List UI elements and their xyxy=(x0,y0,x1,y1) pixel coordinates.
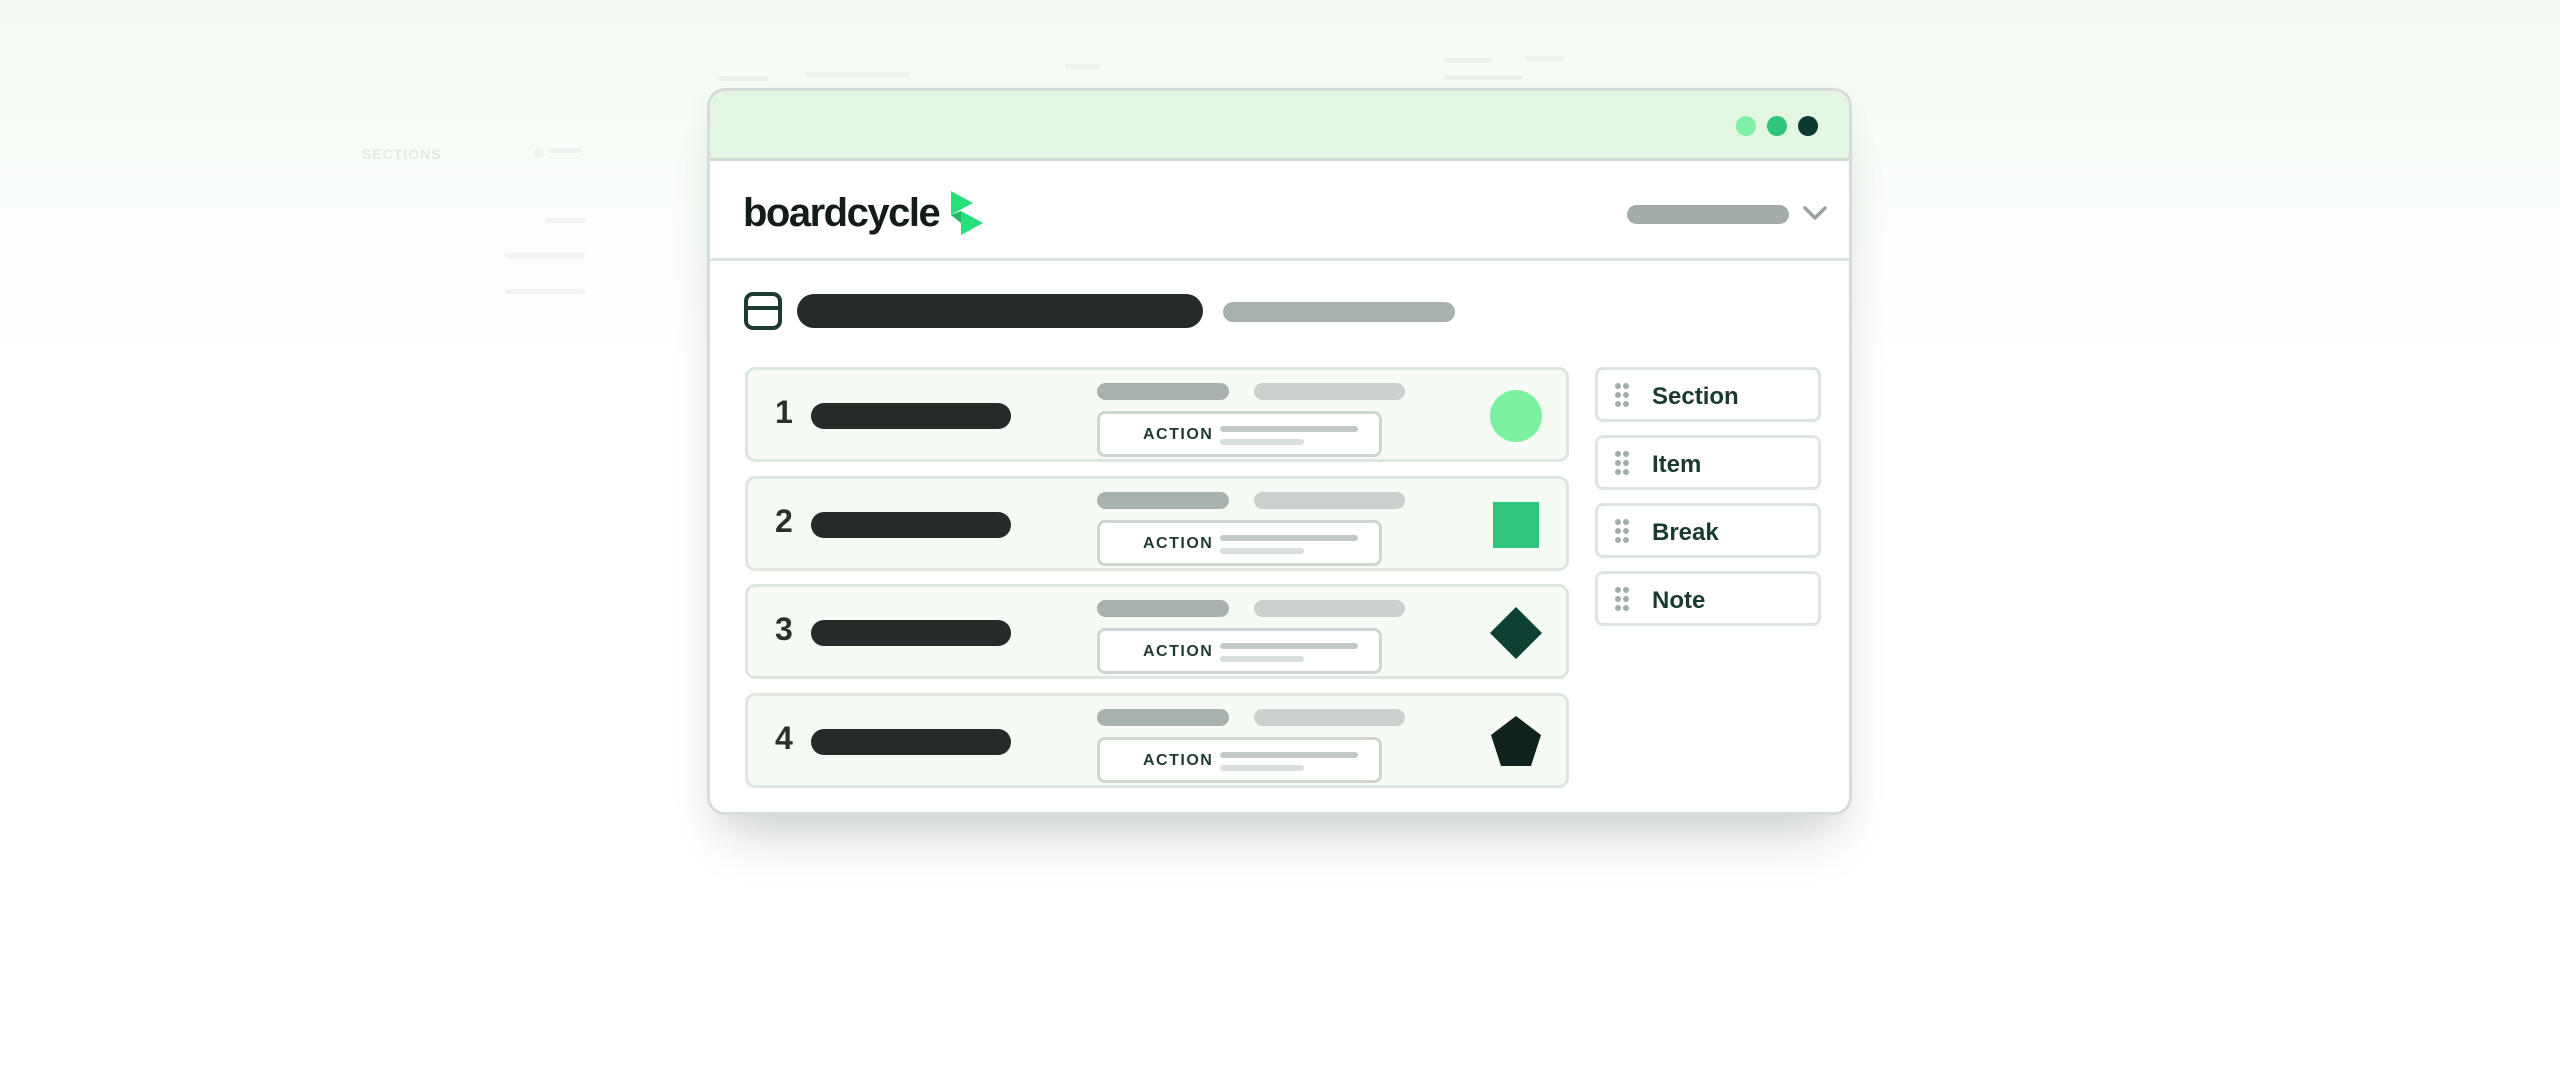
palette-item-label: Note xyxy=(1652,587,1706,614)
palette-item-label: Section xyxy=(1652,383,1739,410)
page-subtitle xyxy=(1223,302,1455,322)
action-field[interactable]: ACTION xyxy=(1097,628,1382,674)
agenda-row-meta xyxy=(1254,383,1405,400)
circle-shape-icon xyxy=(1490,390,1542,442)
diamond-shape-icon xyxy=(1490,607,1542,659)
action-text-line xyxy=(1220,534,1358,541)
agenda-row-title xyxy=(811,620,1011,646)
agenda-row-number: 4 xyxy=(775,719,793,756)
ghost-bar xyxy=(1443,75,1523,80)
action-label: ACTION xyxy=(1143,643,1214,660)
action-field[interactable]: ACTION xyxy=(1097,519,1382,566)
ghost-bar xyxy=(1525,56,1565,61)
action-text-line xyxy=(1220,547,1304,554)
drag-handle-icon[interactable] xyxy=(1614,518,1630,544)
agenda-row-number: 3 xyxy=(775,611,793,647)
drag-handle-icon[interactable] xyxy=(1614,382,1630,408)
window-control-dot-3[interactable] xyxy=(1798,116,1818,136)
window-control-dot-2[interactable] xyxy=(1767,116,1787,136)
palette-item-note[interactable]: Note xyxy=(1595,571,1821,626)
action-field[interactable]: ACTION xyxy=(1097,736,1382,783)
palette-item-break[interactable]: Break xyxy=(1595,503,1821,558)
pentagon-shape-icon xyxy=(1491,715,1541,766)
agenda-row-number: 2 xyxy=(775,502,793,539)
palette-item-item[interactable]: Item xyxy=(1595,435,1821,490)
agenda-row-number: 1 xyxy=(775,394,793,430)
agenda-row-meta xyxy=(1254,600,1405,617)
layout-panel-icon xyxy=(744,292,782,330)
window-titlebar xyxy=(710,91,1849,161)
agenda-row-meta xyxy=(1097,491,1229,509)
ghost-bar xyxy=(505,289,585,294)
chevron-down-icon[interactable] xyxy=(1801,201,1829,225)
boardcycle-mark-icon xyxy=(951,191,984,235)
action-text-line xyxy=(1220,751,1358,758)
agenda-row-title xyxy=(811,511,1011,538)
ghost-bar xyxy=(548,148,582,153)
palette-item-label: Break xyxy=(1652,519,1719,546)
app-header: boardcycle xyxy=(710,161,1849,261)
action-field[interactable]: ACTION xyxy=(1097,411,1382,457)
agenda-row-meta xyxy=(1097,708,1229,726)
action-text-line xyxy=(1220,764,1304,771)
brand-logo-text: boardcycle xyxy=(743,190,941,235)
ghost-bar xyxy=(505,253,585,258)
square-shape-icon xyxy=(1493,501,1539,548)
ghost-bar xyxy=(1065,64,1101,69)
agenda-row[interactable]: 4 ACTION xyxy=(745,692,1569,788)
action-text-line xyxy=(1220,656,1304,662)
ghost-bar xyxy=(1443,58,1493,63)
drag-handle-icon[interactable] xyxy=(1614,586,1630,612)
agenda-list: 1 ACTION 2 ACTION 3 ACTION 4 ACTION xyxy=(745,367,1569,801)
agenda-row[interactable]: 2 ACTION xyxy=(745,475,1569,571)
account-menu-button[interactable] xyxy=(1627,205,1789,224)
action-text-line xyxy=(1220,439,1304,445)
ghost-bar xyxy=(534,148,544,158)
agenda-row-title xyxy=(811,403,1011,429)
palette-item-section[interactable]: Section xyxy=(1595,367,1821,422)
agenda-row[interactable]: 1 ACTION xyxy=(745,367,1569,462)
action-label: ACTION xyxy=(1143,534,1214,552)
ghost-sections-label: SECTIONS xyxy=(362,146,442,162)
app-window: boardcycle 1 ACTION 2 ACTION 3 ACTION 4 … xyxy=(707,88,1852,815)
agenda-row[interactable]: 3 ACTION xyxy=(745,584,1569,679)
brand-logo[interactable]: boardcycle xyxy=(743,189,985,237)
window-control-dot-1[interactable] xyxy=(1736,116,1756,136)
page-title xyxy=(797,294,1203,328)
agenda-row-meta xyxy=(1254,491,1405,509)
ghost-bar xyxy=(718,76,768,81)
action-label: ACTION xyxy=(1143,751,1214,769)
palette-item-label: Item xyxy=(1652,451,1702,478)
agenda-row-title xyxy=(811,728,1011,755)
action-text-line xyxy=(1220,643,1358,649)
ghost-bar xyxy=(805,72,910,77)
action-text-line xyxy=(1220,426,1358,432)
drag-handle-icon[interactable] xyxy=(1614,450,1630,476)
item-palette: Section Item Break Note xyxy=(1595,367,1821,639)
agenda-row-meta xyxy=(1254,708,1405,726)
ghost-bar xyxy=(546,218,586,223)
agenda-row-meta xyxy=(1097,600,1229,617)
action-label: ACTION xyxy=(1143,426,1214,443)
agenda-row-meta xyxy=(1097,383,1229,400)
